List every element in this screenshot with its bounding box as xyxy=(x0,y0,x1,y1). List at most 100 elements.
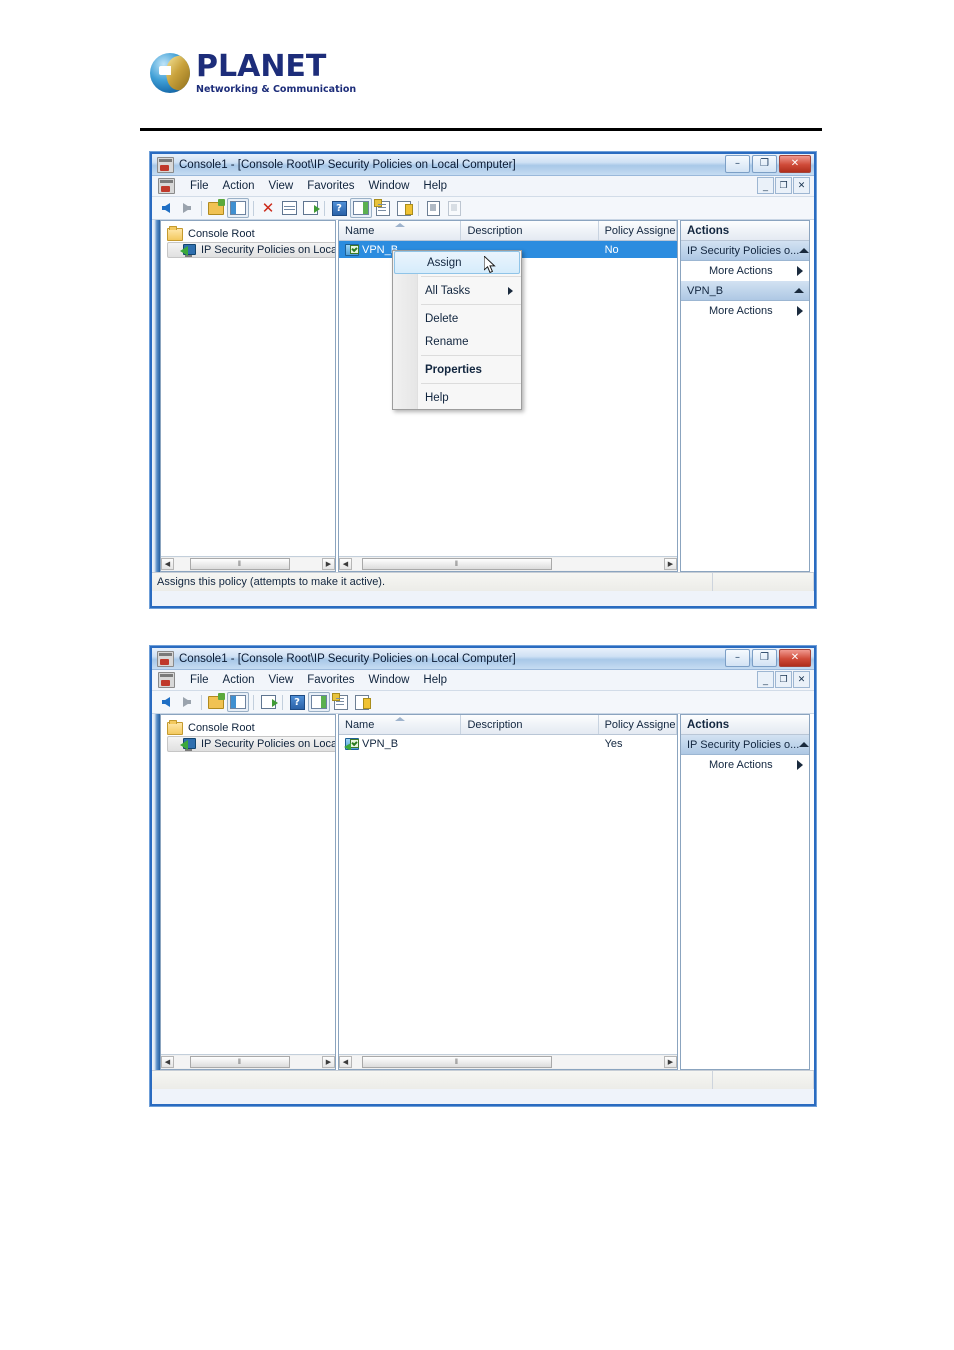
chevron-up-icon[interactable] xyxy=(799,742,809,747)
forward-icon[interactable] xyxy=(177,199,197,217)
context-menu-item-delete[interactable]: Delete xyxy=(393,307,521,330)
up-one-level-icon[interactable] xyxy=(206,198,226,217)
properties-icon[interactable] xyxy=(279,199,299,217)
menu-file[interactable]: File xyxy=(183,673,216,687)
document-icon[interactable] xyxy=(423,199,443,217)
tree-item-ip-security-policies[interactable]: IP Security Policies on Local Co xyxy=(167,242,335,258)
list-horizontal-scrollbar[interactable]: ◀ ‖ ▶ xyxy=(339,556,677,571)
show-hide-console-tree-icon[interactable] xyxy=(227,198,249,218)
window-1-maximize-button[interactable]: ❐ xyxy=(752,155,777,173)
actions-group-ip-security-policies[interactable]: IP Security Policies o... xyxy=(681,241,809,261)
chevron-up-icon[interactable] xyxy=(799,248,809,253)
menu-file[interactable]: File xyxy=(183,179,216,193)
window-1-close-button[interactable]: ✕ xyxy=(779,155,811,173)
show-hide-action-pane-icon[interactable] xyxy=(350,198,372,218)
export-list-icon[interactable] xyxy=(300,199,320,217)
window-1-inner-restore-button[interactable]: ❐ xyxy=(775,177,792,194)
actions-item-more-actions[interactable]: More Actions xyxy=(681,301,809,321)
scroll-left-button[interactable]: ◀ xyxy=(339,1056,352,1068)
context-menu-item-assign[interactable]: Assign xyxy=(394,251,520,274)
back-icon[interactable] xyxy=(156,199,176,217)
context-menu-item-properties[interactable]: Properties xyxy=(393,358,521,381)
table-row[interactable]: VPN_B Yes xyxy=(339,735,677,752)
create-ip-security-policy-icon[interactable] xyxy=(331,692,351,711)
manage-ip-filter-lists-icon[interactable] xyxy=(352,693,372,711)
menu-help[interactable]: Help xyxy=(416,179,454,193)
actions-item-label: More Actions xyxy=(709,759,773,771)
document-disabled-icon xyxy=(444,199,464,217)
column-header-policy-assigned[interactable]: Policy Assigne xyxy=(599,715,677,734)
chevron-right-icon[interactable] xyxy=(797,266,803,276)
tree-horizontal-scrollbar[interactable]: ◀ ‖ ▶ xyxy=(161,556,335,571)
tree-item-ip-security-policies[interactable]: IP Security Policies on Local Co xyxy=(167,736,335,752)
manage-ip-filter-lists-icon[interactable] xyxy=(394,199,414,217)
chevron-right-icon[interactable] xyxy=(797,306,803,316)
delete-icon[interactable]: ✕ xyxy=(258,199,278,217)
list-horizontal-scrollbar[interactable]: ◀ ‖ ▶ xyxy=(339,1054,677,1069)
column-header-name[interactable]: Name xyxy=(339,221,462,240)
scroll-track[interactable]: ‖ xyxy=(174,1056,322,1068)
window-1-inner-close-button[interactable]: ✕ xyxy=(793,177,810,194)
window-2-inner-restore-button[interactable]: ❐ xyxy=(775,671,792,688)
menu-favorites[interactable]: Favorites xyxy=(300,673,361,687)
menu-window[interactable]: Window xyxy=(362,673,417,687)
column-header-description[interactable]: Description xyxy=(461,715,599,734)
scroll-left-button[interactable]: ◀ xyxy=(161,1056,174,1068)
menu-action[interactable]: Action xyxy=(216,179,262,193)
context-menu-item-help[interactable]: Help xyxy=(393,386,521,409)
scroll-left-button[interactable]: ◀ xyxy=(161,558,174,570)
window-2-inner-minimize-button[interactable]: _ xyxy=(757,671,774,688)
column-header-description[interactable]: Description xyxy=(461,221,599,240)
scroll-right-button[interactable]: ▶ xyxy=(322,558,335,570)
window-1-titlebar[interactable]: Console1 - [Console Root\IP Security Pol… xyxy=(152,154,814,176)
menu-window[interactable]: Window xyxy=(362,179,417,193)
window-2-minimize-button[interactable]: – xyxy=(725,649,750,667)
forward-icon[interactable] xyxy=(177,693,197,711)
tree-horizontal-scrollbar[interactable]: ◀ ‖ ▶ xyxy=(161,1054,335,1069)
window-2-maximize-button[interactable]: ❐ xyxy=(752,649,777,667)
actions-item-more-actions[interactable]: More Actions xyxy=(681,261,809,281)
scroll-track[interactable]: ‖ xyxy=(174,558,322,570)
actions-group-vpn-b[interactable]: VPN_B xyxy=(681,281,809,301)
menu-help[interactable]: Help xyxy=(416,673,454,687)
window-2-titlebar[interactable]: Console1 - [Console Root\IP Security Pol… xyxy=(152,648,814,670)
chevron-up-icon[interactable] xyxy=(794,288,804,293)
menu-view[interactable]: View xyxy=(262,673,301,687)
chevron-right-icon[interactable] xyxy=(797,760,803,770)
help-icon[interactable]: ? xyxy=(287,693,307,711)
scroll-thumb[interactable]: ‖ xyxy=(190,558,290,570)
scroll-left-button[interactable]: ◀ xyxy=(339,558,352,570)
context-menu-item-all-tasks[interactable]: All Tasks xyxy=(393,279,521,302)
scroll-right-button[interactable]: ▶ xyxy=(664,1056,677,1068)
brand-tagline: Networking & Communication xyxy=(196,84,357,95)
context-menu-item-rename[interactable]: Rename xyxy=(393,330,521,353)
scroll-thumb[interactable]: ‖ xyxy=(362,1056,552,1068)
window-2-inner-close-button[interactable]: ✕ xyxy=(793,671,810,688)
scroll-track[interactable]: ‖ xyxy=(352,1056,664,1068)
window-1-inner-minimize-button[interactable]: _ xyxy=(757,177,774,194)
export-list-icon[interactable] xyxy=(258,693,278,711)
menu-action[interactable]: Action xyxy=(216,673,262,687)
menu-favorites[interactable]: Favorites xyxy=(300,179,361,193)
scroll-track[interactable]: ‖ xyxy=(352,558,664,570)
window-2-close-button[interactable]: ✕ xyxy=(779,649,811,667)
context-menu-separator xyxy=(421,383,521,384)
column-header-name[interactable]: Name xyxy=(339,715,462,734)
show-hide-action-pane-icon[interactable] xyxy=(308,692,330,712)
create-ip-security-policy-icon[interactable] xyxy=(373,198,393,217)
tree-item-console-root[interactable]: Console Root xyxy=(167,719,335,736)
help-icon[interactable]: ? xyxy=(329,199,349,217)
scroll-thumb[interactable]: ‖ xyxy=(190,1056,290,1068)
up-one-level-icon[interactable] xyxy=(206,692,226,711)
tree-item-console-root[interactable]: Console Root xyxy=(167,225,335,242)
back-icon[interactable] xyxy=(156,693,176,711)
scroll-right-button[interactable]: ▶ xyxy=(322,1056,335,1068)
actions-group-ip-security-policies[interactable]: IP Security Policies o... xyxy=(681,735,809,755)
scroll-thumb[interactable]: ‖ xyxy=(362,558,552,570)
menu-view[interactable]: View xyxy=(262,179,301,193)
column-header-policy-assigned[interactable]: Policy Assigne xyxy=(599,221,677,240)
scroll-right-button[interactable]: ▶ xyxy=(664,558,677,570)
window-1-minimize-button[interactable]: – xyxy=(725,155,750,173)
show-hide-console-tree-icon[interactable] xyxy=(227,692,249,712)
actions-item-more-actions[interactable]: More Actions xyxy=(681,755,809,775)
